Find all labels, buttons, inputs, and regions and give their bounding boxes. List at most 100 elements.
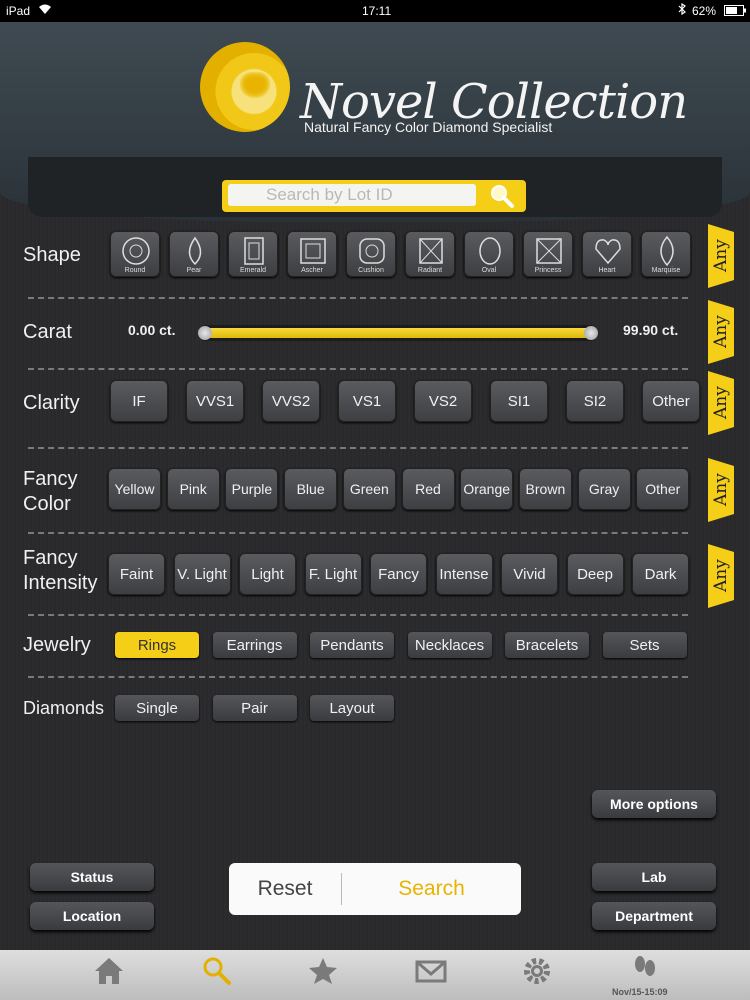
clarity-si1-button[interactable]: SI1 — [490, 380, 548, 422]
search-icon[interactable] — [484, 182, 520, 210]
jewelry-sets-button[interactable]: Sets — [602, 632, 687, 658]
fancy-intensity-any-tab[interactable]: Any — [708, 544, 734, 608]
intensity-fancy-button[interactable]: Fancy — [370, 553, 427, 595]
diamonds-pair-button[interactable]: Pair — [212, 695, 297, 721]
lemon-logo-icon — [200, 42, 290, 132]
divider — [28, 447, 688, 449]
shape-label-text: Ascher — [301, 267, 323, 274]
carat-min-value: 0.00 ct. — [128, 322, 176, 338]
lot-id-search-input[interactable] — [228, 184, 476, 206]
clarity-label: Clarity — [23, 392, 80, 414]
shape-label-text: Princess — [534, 267, 562, 274]
jewelry-necklaces-button[interactable]: Necklaces — [407, 632, 492, 658]
shape-emerald-button[interactable]: Emerald — [228, 231, 278, 277]
intensity-v-light-button[interactable]: V. Light — [173, 553, 231, 595]
clarity-vvs2-button[interactable]: VVS2 — [262, 380, 320, 422]
search-icon[interactable] — [196, 956, 236, 990]
star-icon[interactable] — [302, 956, 342, 990]
location-button[interactable]: Location — [30, 902, 154, 930]
shape-marquise-button[interactable]: Marquise — [641, 231, 691, 277]
clarity-vvs1-button[interactable]: VVS1 — [186, 380, 244, 422]
shape-label-text: Round — [124, 267, 146, 274]
status-bar: iPad 17:11 62% — [0, 0, 750, 22]
intensity-f-light-button[interactable]: F. Light — [304, 553, 362, 595]
divider — [28, 532, 688, 534]
jewelry-earrings-button[interactable]: Earrings — [212, 632, 297, 658]
gear-icon[interactable] — [516, 956, 556, 990]
shape-pear-button[interactable]: Pear — [169, 231, 219, 277]
shape-label-text: Marquise — [651, 267, 681, 274]
carat-min-handle[interactable] — [198, 326, 212, 340]
status-button[interactable]: Status — [30, 863, 154, 891]
shape-label-text: Cushion — [358, 267, 384, 274]
lot-search-bar — [222, 180, 526, 212]
shape-cushion-button[interactable]: Cushion — [346, 231, 396, 277]
shape-oval-button[interactable]: Oval — [464, 231, 514, 277]
carat-max-handle[interactable] — [584, 326, 598, 340]
color-pink-button[interactable]: Pink — [166, 468, 220, 510]
clarity-vs1-button[interactable]: VS1 — [338, 380, 396, 422]
shape-label-text: Pear — [186, 267, 202, 274]
clock: 17:11 — [362, 4, 392, 18]
color-other-button[interactable]: Other — [636, 468, 690, 510]
diamonds-single-button[interactable]: Single — [115, 695, 199, 721]
intensity-dark-button[interactable]: Dark — [632, 553, 689, 595]
shape-round-button[interactable]: Round — [110, 231, 160, 277]
lab-button[interactable]: Lab — [592, 863, 716, 891]
color-blue-button[interactable]: Blue — [284, 468, 338, 510]
clarity-other-button[interactable]: Other — [642, 380, 700, 422]
divider — [28, 676, 688, 678]
color-gray-button[interactable]: Gray — [577, 468, 631, 510]
shape-label-text: Emerald — [239, 267, 267, 274]
fancy-color-any-tab[interactable]: Any — [708, 458, 734, 522]
carat-range-slider[interactable] — [198, 325, 598, 341]
intensity-vivid-button[interactable]: Vivid — [501, 553, 558, 595]
color-purple-button[interactable]: Purple — [225, 468, 279, 510]
intensity-deep-button[interactable]: Deep — [566, 553, 624, 595]
carat-range-fill — [204, 328, 592, 338]
shape-any-tab[interactable]: Any — [708, 224, 734, 288]
clarity-si2-button[interactable]: SI2 — [566, 380, 624, 422]
battery-icon — [724, 5, 746, 19]
intensity-light-button[interactable]: Light — [239, 553, 296, 595]
reset-button[interactable]: Reset — [229, 863, 341, 915]
clarity-vs2-button[interactable]: VS2 — [414, 380, 472, 422]
shape-radiant-button[interactable]: Radiant — [405, 231, 455, 277]
app-screen: Novel Collection Natural Fancy Color Dia… — [0, 22, 750, 950]
intensity-faint-button[interactable]: Faint — [108, 553, 165, 595]
color-yellow-button[interactable]: Yellow — [108, 468, 161, 510]
search-button[interactable]: Search — [342, 863, 521, 915]
clarity-if-button[interactable]: IF — [110, 380, 168, 422]
shape-ascher-button[interactable]: Ascher — [287, 231, 337, 277]
footprints-icon[interactable] — [624, 954, 664, 988]
carat-label: Carat — [23, 321, 72, 343]
more-options-button[interactable]: More options — [592, 790, 716, 818]
jewelry-bracelets-button[interactable]: Bracelets — [505, 632, 589, 658]
divider — [28, 297, 688, 299]
device-name: iPad — [6, 4, 31, 18]
home-icon[interactable] — [88, 956, 128, 990]
clarity-any-tab[interactable]: Any — [708, 371, 734, 435]
action-box: Reset Search — [229, 863, 521, 915]
department-button[interactable]: Department — [592, 902, 716, 930]
fancy-intensity-label-line1: Fancy — [23, 547, 78, 569]
color-orange-button[interactable]: Orange — [460, 468, 514, 510]
divider — [28, 368, 688, 370]
jewelry-rings-button[interactable]: Rings — [115, 632, 199, 658]
battery-percent: 62% — [692, 4, 717, 18]
color-brown-button[interactable]: Brown — [518, 468, 572, 510]
brand-tagline: Natural Fancy Color Diamond Specialist — [304, 119, 553, 135]
shape-label-text: Radiant — [417, 267, 443, 274]
intensity-intense-button[interactable]: Intense — [435, 553, 493, 595]
jewelry-label: Jewelry — [23, 634, 91, 656]
jewelry-pendants-button[interactable]: Pendants — [310, 632, 394, 658]
tab-bar: Nov/15-15:09 — [0, 950, 750, 1000]
diamonds-layout-button[interactable]: Layout — [310, 695, 394, 721]
carat-any-tab[interactable]: Any — [708, 300, 734, 364]
mail-icon[interactable] — [410, 956, 450, 990]
shape-princess-button[interactable]: Princess — [523, 231, 573, 277]
fancy-color-label-line1: Fancy — [23, 468, 78, 490]
color-green-button[interactable]: Green — [342, 468, 396, 510]
shape-heart-button[interactable]: Heart — [582, 231, 632, 277]
color-red-button[interactable]: Red — [401, 468, 455, 510]
